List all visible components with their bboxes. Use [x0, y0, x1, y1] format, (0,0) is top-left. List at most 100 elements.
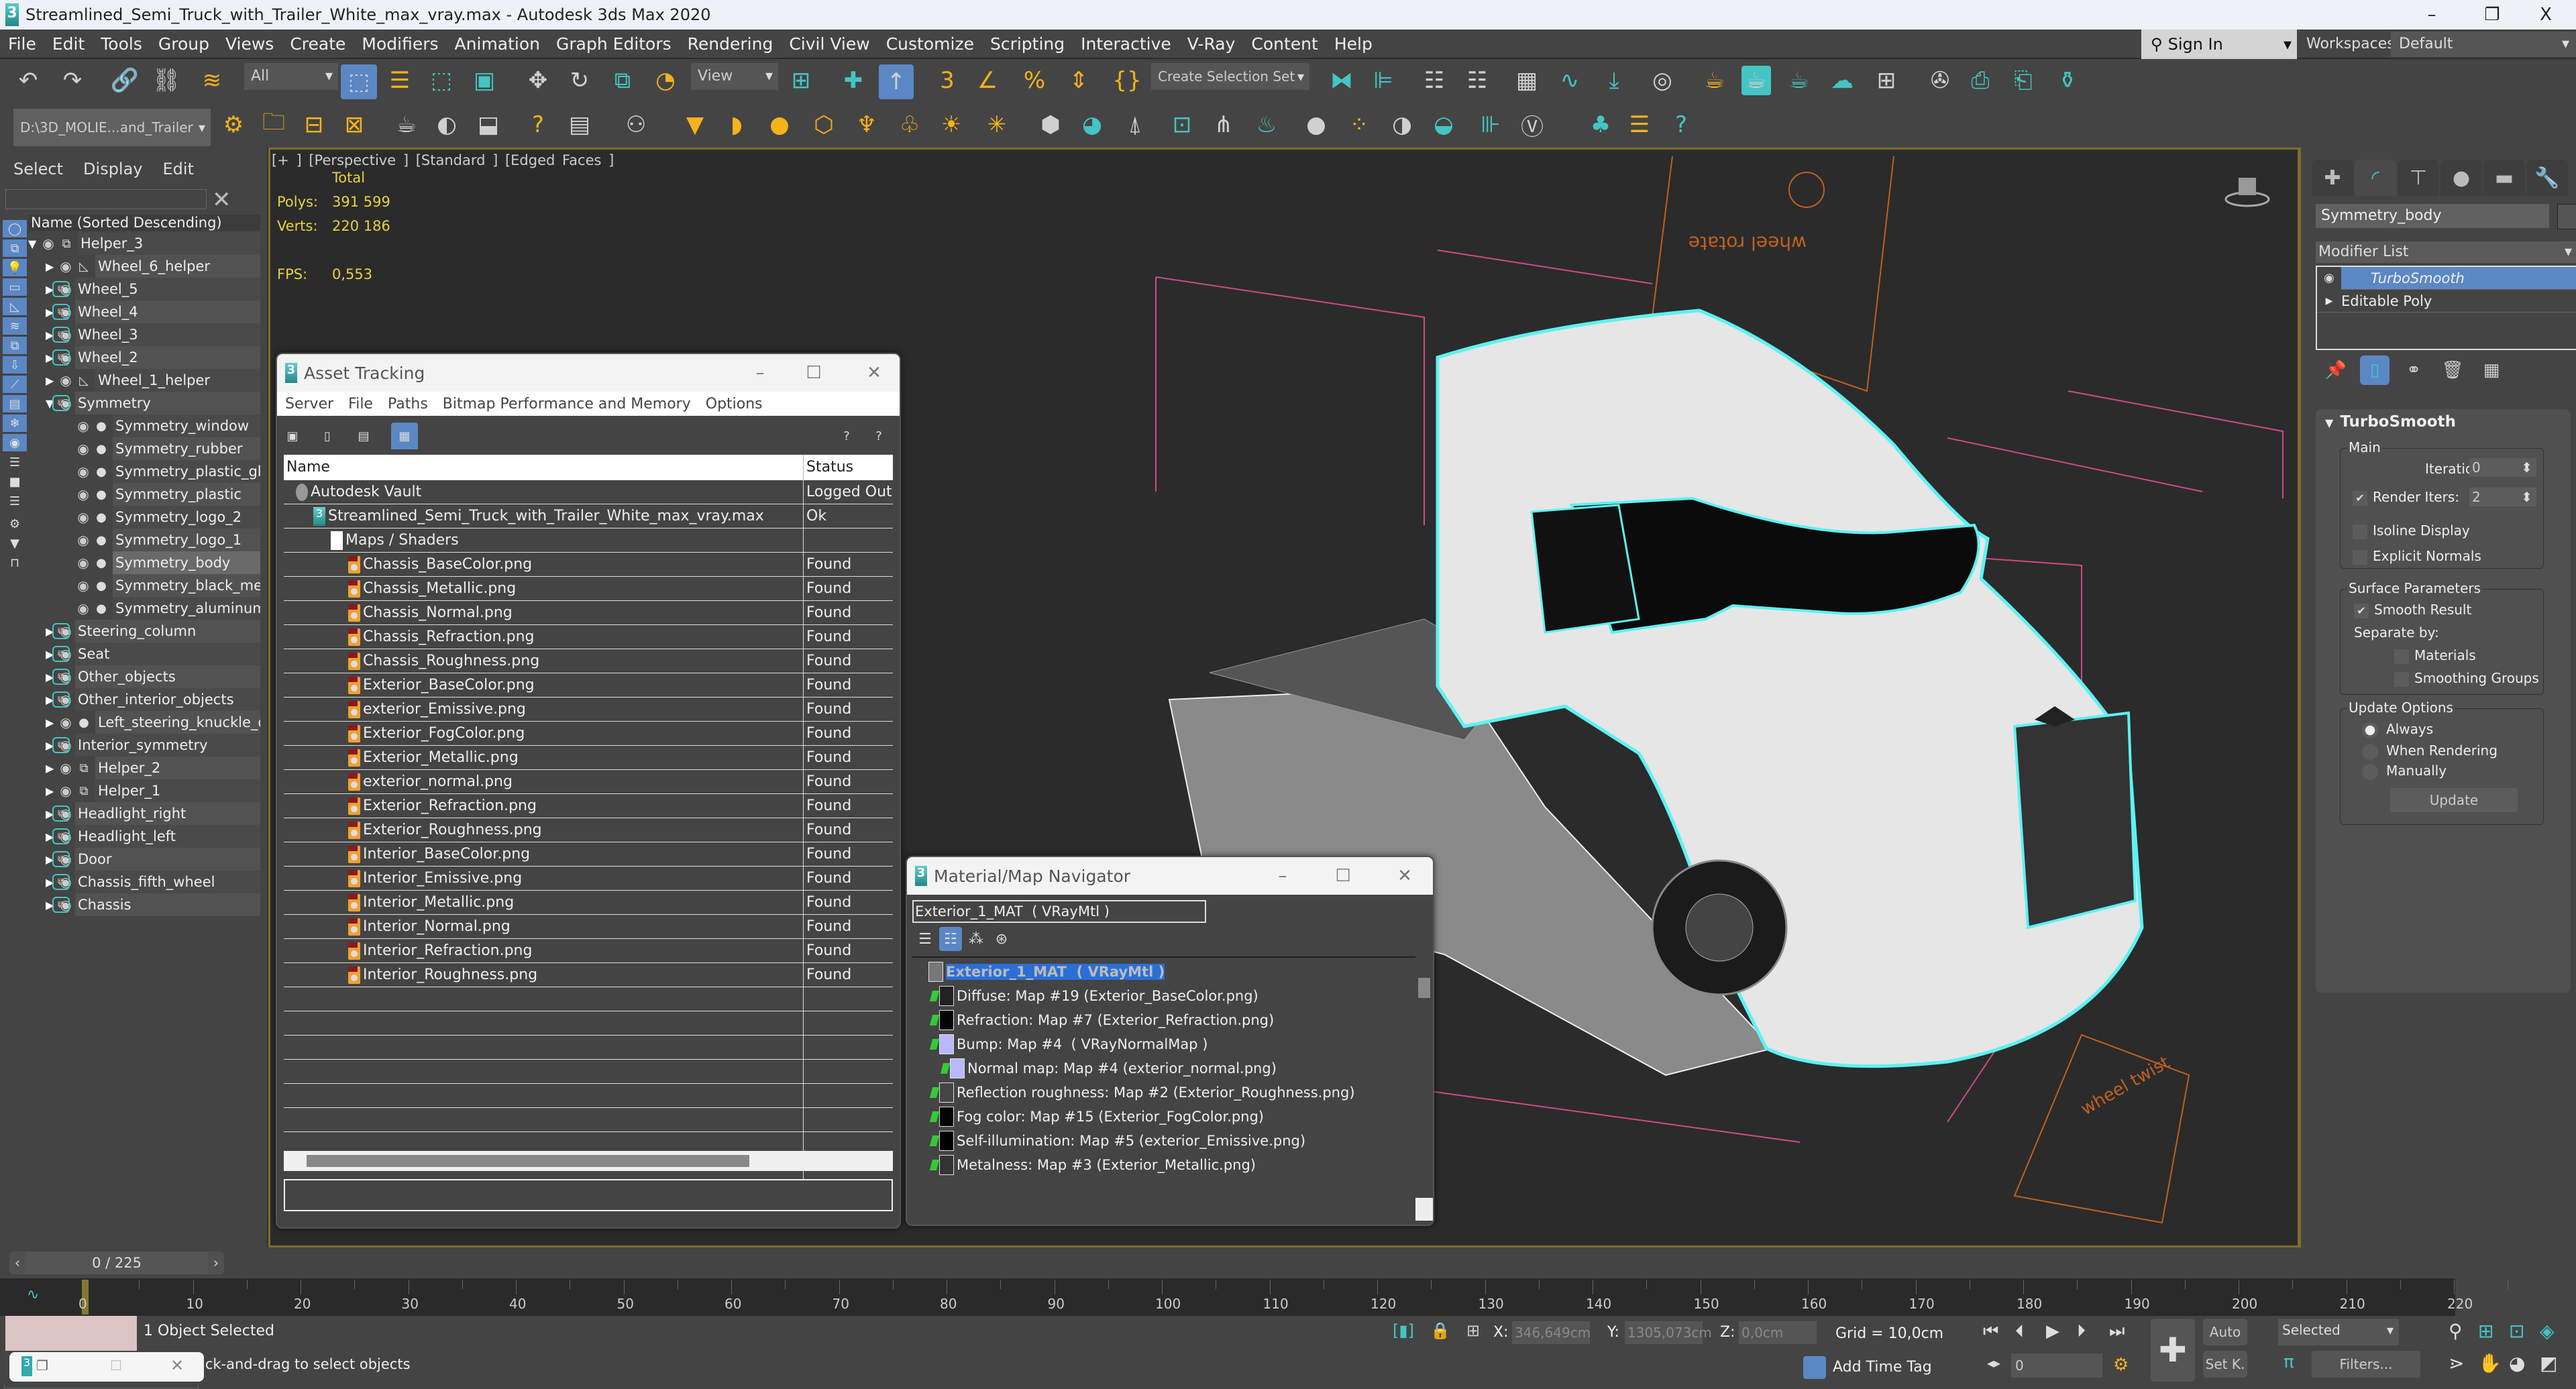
curve-editor-toggle-icon[interactable]: ∿	[27, 1286, 39, 1303]
menu-modifiers[interactable]: Modifiers	[354, 34, 446, 54]
close-button[interactable]: ✕	[854, 358, 894, 388]
restore-icon[interactable]: ❐	[36, 1357, 48, 1374]
render-iters-checkbox[interactable]: ✔	[2353, 490, 2367, 506]
scene-tree-item[interactable]: ▶ ◉ ⧉ Wheel_2	[28, 346, 260, 369]
matnav-titlebar[interactable]: 3 Material/Map Navigator – ☐ ✕	[907, 857, 1433, 895]
vray-ies-light-icon[interactable]: ♆	[852, 110, 881, 140]
prev-frame-button[interactable]: ‹	[9, 1252, 25, 1274]
scene-explorer-icon[interactable]: ☷	[1419, 66, 1449, 95]
collapse-icon[interactable]: ▼	[2325, 416, 2333, 429]
asset-menu-server[interactable]: Server	[285, 396, 333, 412]
scene-menu-select[interactable]: Select	[13, 160, 63, 178]
object-name-field[interactable]: Symmetry_body	[2316, 204, 2549, 228]
vray-material-sphere-icon[interactable]: ●	[1301, 110, 1331, 140]
scene-tree-item[interactable]: ▶ ◉ ⧉ Other_objects	[28, 665, 260, 688]
asset-row[interactable]: Interior_Metallic.png Found	[284, 891, 893, 915]
mirror-icon[interactable]: ⧓	[1327, 66, 1356, 95]
scrollbar-thumb[interactable]	[1418, 978, 1430, 998]
remove-modifier-icon[interactable]: 🗑	[2438, 355, 2467, 385]
visibility-eye-icon[interactable]: ◉	[74, 441, 93, 457]
menu-group[interactable]: Group	[150, 34, 217, 54]
open-project-folder-icon[interactable]: 🗀	[259, 109, 288, 140]
curve-editor-icon[interactable]: ∿	[1555, 66, 1585, 95]
asset-horizontal-scrollbar[interactable]	[284, 1151, 893, 1171]
asset-row[interactable]: exterior_normal.png Found	[284, 770, 893, 794]
spinner-snap-icon[interactable]: ⇕	[1064, 66, 1093, 95]
update-button[interactable]: Update	[2390, 788, 2518, 812]
visibility-eye-icon[interactable]: ◉	[74, 509, 93, 525]
column-status[interactable]: Status	[804, 455, 853, 480]
filter-xrefs-icon[interactable]: ⇩	[3, 356, 27, 374]
visibility-eye-icon[interactable]: ◉	[74, 532, 93, 548]
project-paths-icon[interactable]: ⊠	[339, 110, 369, 140]
scene-tree-item[interactable]: ◉● Symmetry_black_metal	[28, 574, 260, 597]
materials-checkbox[interactable]	[2394, 649, 2409, 664]
list-view-icon[interactable]: ▯	[319, 423, 336, 449]
close-button[interactable]: ✕	[1385, 861, 1425, 891]
menu-create[interactable]: Create	[282, 34, 354, 54]
visibility-eye-icon[interactable]: ◉	[56, 372, 75, 388]
vray-material-override-icon[interactable]: ◑	[1387, 110, 1417, 140]
key-filter-dropdown[interactable]: Selected ▾	[2278, 1319, 2399, 1345]
menu-edit[interactable]: Edit	[44, 34, 93, 54]
isolate-selection-icon[interactable]: [▮]	[1393, 1321, 1414, 1340]
vray-proxy-icon[interactable]: ⬓	[474, 110, 503, 140]
rendered-frame-window-icon[interactable]: ☕	[1741, 66, 1771, 95]
scene-tree-item[interactable]: ◉ ● Symmetry_logo_2	[28, 506, 260, 529]
render-setup-icon[interactable]: ☕	[1700, 66, 1729, 95]
scene-tree-item[interactable]: ▶ ◉ ⧉ Door	[28, 848, 260, 871]
filter-groups-icon[interactable]: ⧉	[3, 337, 27, 354]
asset-row[interactable]: Interior_Emissive.png Found	[284, 867, 893, 891]
stack-item-turbosmooth[interactable]: ◉ TurboSmooth	[2317, 266, 2576, 290]
maximize-button[interactable]: ❐	[2462, 0, 2522, 30]
render-window-icon[interactable]: ⊞	[1872, 66, 1901, 95]
scene-tree-item[interactable]: ▶ ◉ ⧉ Wheel_4	[28, 300, 260, 323]
selection-lock-icon[interactable]: 🔒	[1430, 1321, 1450, 1340]
unlink-icon[interactable]: ⛓	[152, 66, 181, 95]
view-large-icons-icon[interactable]: ⊛	[990, 927, 1013, 951]
key-filters-button[interactable]: Filters...	[2312, 1351, 2420, 1378]
expand-icon[interactable]: ▶	[46, 374, 56, 387]
vray-displacement-icon[interactable]: ⍋	[1120, 110, 1150, 140]
current-material-field[interactable]: Exterior_1_MAT ( VRayMtl )	[912, 900, 1206, 923]
scene-tree-item[interactable]: ▶ ◉ ⧉ Interior_symmetry	[28, 734, 260, 757]
scene-tree-item[interactable]: ▶ ◉ ◺ Wheel_1_helper	[28, 369, 260, 392]
make-unique-icon[interactable]: ⚭	[2399, 355, 2428, 385]
close-icon[interactable]: ✕	[170, 1356, 184, 1375]
stack-item-editable-poly[interactable]: ▶ Editable Poly	[2317, 290, 2576, 313]
clear-search-icon[interactable]: ✕	[212, 186, 231, 213]
vray-grass-icon[interactable]: ⋔	[1209, 110, 1238, 140]
map-slot[interactable]: Refraction: Map #7 (Exterior_Refraction.…	[929, 1009, 1274, 1032]
menu-animation[interactable]: Animation	[447, 34, 548, 54]
previous-frame-icon[interactable]: ⏴	[2015, 1321, 2024, 1342]
select-object-icon[interactable]: ⬚	[341, 64, 377, 99]
asset-row[interactable]: Chassis_Refraction.png Found	[284, 625, 893, 649]
scene-tree-item[interactable]: ◉ ● Symmetry_logo_1	[28, 529, 260, 551]
visibility-eye-icon[interactable]: ◉	[74, 600, 93, 616]
maximize-icon[interactable]: ☐	[110, 1357, 122, 1374]
material-editor-icon[interactable]: ◎	[1648, 66, 1677, 95]
vray-interactive-icon[interactable]: ⎗	[2008, 66, 2038, 95]
undo-icon[interactable]: ↶	[13, 66, 43, 95]
display-none-icon[interactable]: ■	[3, 473, 27, 490]
set-project-folder-icon[interactable]: ⚙	[219, 110, 248, 140]
rect-selection-icon[interactable]: ⬚	[427, 66, 456, 95]
scene-tree-item[interactable]: ▶ ◉ ⧉ Steering_column	[28, 620, 260, 643]
zoom-all-icon[interactable]: ⊞	[2478, 1320, 2493, 1342]
asset-menu-bitmap-performance[interactable]: Bitmap Performance and Memory	[443, 396, 691, 412]
teapot-icon[interactable]: ☕	[392, 110, 421, 140]
visibility-eye-icon[interactable]: ◉	[56, 760, 75, 776]
scene-column-header[interactable]: Name (Sorted Descending)	[28, 215, 260, 231]
table-view-icon[interactable]: ▦	[391, 423, 418, 449]
collapse-icon[interactable]: ▼	[28, 237, 39, 250]
help-icon[interactable]: ?	[1666, 110, 1696, 140]
percent-snap-icon[interactable]: %	[1020, 66, 1049, 95]
map-slot[interactable]: Self-illumination: Map #5 (exterior_Emis…	[929, 1129, 1305, 1152]
vray-fur-icon[interactable]: ◕	[1077, 110, 1107, 140]
map-slot[interactable]: Metalness: Map #3 (Exterior_Metallic.png…	[929, 1154, 1256, 1176]
rotate-icon[interactable]: ↻	[565, 66, 594, 95]
vray-lister-icon[interactable]: ▤	[565, 110, 594, 140]
render-production-icon[interactable]: ☕	[1784, 66, 1814, 95]
pin-stack-icon[interactable]: 📌	[2321, 355, 2351, 385]
asset-row[interactable]: Exterior_FogColor.png Found	[284, 722, 893, 746]
